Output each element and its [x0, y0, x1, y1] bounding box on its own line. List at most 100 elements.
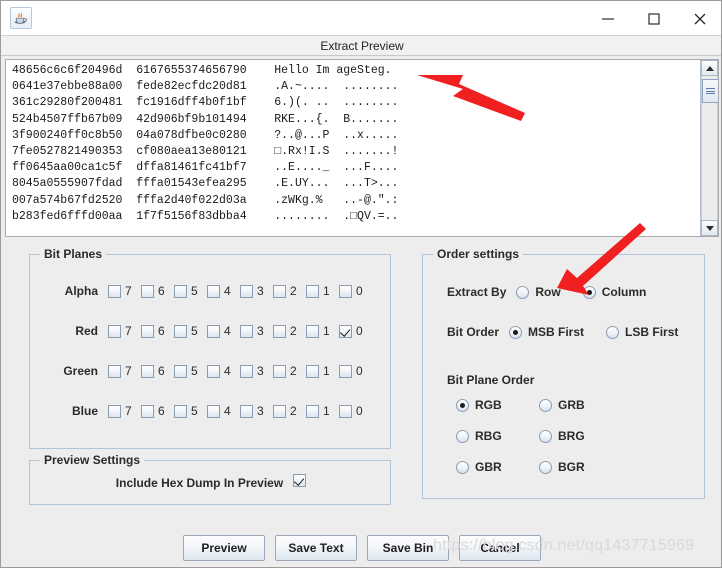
checkbox-alpha-bit-1[interactable]	[306, 284, 319, 298]
checkbox-alpha-bit-3[interactable]	[240, 284, 253, 298]
bit-plane-order-rbg-radio-indicator[interactable]	[456, 429, 469, 443]
bit-plane-cell: 0	[339, 284, 372, 298]
bit-plane-cell: 5	[174, 284, 207, 298]
extract-by-label: Extract By	[447, 285, 507, 299]
bit-plane-bit-label: 4	[224, 404, 231, 418]
extract-by-row-radio-indicator[interactable]	[516, 285, 530, 299]
checkbox-blue-bit-1[interactable]	[306, 404, 319, 418]
extract-by-options: Row Column	[516, 285, 646, 299]
bit-plane-row-blue: Blue 7 6 5 4 3 2 1 0	[30, 401, 392, 421]
checkbox-alpha-bit-4[interactable]	[207, 284, 220, 298]
scrollbar-thumb[interactable]	[702, 79, 718, 103]
include-hex-dump-checkbox[interactable]	[293, 474, 307, 492]
bit-order-row: Bit Order MSB First LSB First	[447, 325, 678, 339]
bit-plane-order-grb-radio-indicator[interactable]	[539, 398, 552, 412]
include-hex-dump-row: Include Hex Dump In Preview	[30, 474, 392, 492]
bit-plane-order-rgb-radio[interactable]: RGB	[456, 398, 539, 412]
hex-dump-line: b283fed6fffd00aa 1f7f5156f83dbba4 ......…	[12, 209, 399, 223]
checkbox-green-bit-2[interactable]	[273, 364, 286, 378]
bit-plane-order-rgb-radio-indicator[interactable]	[456, 398, 469, 412]
checkbox-blue-bit-0[interactable]	[339, 404, 352, 418]
scroll-up-arrow-icon[interactable]	[701, 60, 718, 76]
checkbox-blue-bit-6[interactable]	[141, 404, 154, 418]
extract-by-row-radio-label: Row	[535, 285, 561, 299]
bit-plane-bit-label: 4	[224, 284, 231, 298]
bit-plane-cell: 3	[240, 324, 273, 338]
preview-vertical-scrollbar[interactable]	[700, 60, 718, 236]
bit-order-lsb-first-radio[interactable]: LSB First	[606, 325, 678, 339]
checkbox-green-bit-4[interactable]	[207, 364, 220, 378]
bit-plane-order-rgb-radio-label: RGB	[475, 398, 502, 412]
bit-plane-bit-label: 7	[125, 404, 132, 418]
bit-order-lsb-first-radio-indicator[interactable]	[606, 325, 620, 339]
checkbox-alpha-bit-5[interactable]	[174, 284, 187, 298]
checkbox-red-bit-4[interactable]	[207, 324, 220, 338]
bit-plane-cell: 2	[273, 404, 306, 418]
bit-plane-cell: 1	[306, 284, 339, 298]
checkbox-blue-bit-7[interactable]	[108, 404, 121, 418]
checkbox-blue-bit-3[interactable]	[240, 404, 253, 418]
bit-plane-cell: 7	[108, 284, 141, 298]
checkbox-green-bit-3[interactable]	[240, 364, 253, 378]
preview-button[interactable]: Preview	[183, 535, 265, 561]
checkbox-red-bit-3[interactable]	[240, 324, 253, 338]
bit-order-msb-first-radio[interactable]: MSB First	[509, 325, 584, 339]
checkbox-blue-bit-2[interactable]	[273, 404, 286, 418]
checkbox-alpha-bit-7[interactable]	[108, 284, 121, 298]
maximize-button[interactable]	[631, 1, 677, 36]
bit-plane-bit-label: 0	[356, 284, 363, 298]
checkbox-green-bit-0[interactable]	[339, 364, 352, 378]
bit-plane-order-gbr-radio-indicator[interactable]	[456, 460, 469, 474]
bit-plane-bit-label: 5	[191, 364, 198, 378]
close-button[interactable]	[677, 1, 721, 36]
bit-plane-row-green: Green 7 6 5 4 3 2 1 0	[30, 361, 392, 381]
include-hex-dump-checkbox-indicator[interactable]	[293, 474, 307, 487]
bit-plane-order-brg-radio-indicator[interactable]	[539, 429, 552, 443]
preview-pane: 48656c6c6f20496d 6167655374656790 Hello …	[5, 59, 719, 237]
checkbox-red-bit-2[interactable]	[273, 324, 286, 338]
bit-order-options: MSB First LSB First	[509, 325, 678, 339]
checkbox-green-bit-7[interactable]	[108, 364, 121, 378]
bit-plane-bit-label: 2	[290, 404, 297, 418]
checkbox-alpha-bit-2[interactable]	[273, 284, 286, 298]
scrollbar-track[interactable]	[701, 76, 718, 220]
bit-plane-order-gbr-radio[interactable]: GBR	[456, 460, 539, 474]
bit-order-msb-first-radio-indicator[interactable]	[509, 325, 523, 339]
bit-plane-order-rbg-radio[interactable]: RBG	[456, 429, 539, 443]
checkbox-blue-bit-4[interactable]	[207, 404, 220, 418]
checkbox-alpha-bit-0[interactable]	[339, 284, 352, 298]
checkbox-red-bit-0[interactable]	[339, 324, 352, 338]
save-text-button[interactable]: Save Text	[275, 535, 357, 561]
extract-by-column-radio[interactable]: Column	[582, 285, 646, 299]
bit-plane-order-bgr-radio[interactable]: BGR	[539, 460, 622, 474]
bit-plane-order-bgr-radio-indicator[interactable]	[539, 460, 552, 474]
window-titlebar	[1, 1, 721, 36]
bit-plane-order-grb-radio[interactable]: GRB	[539, 398, 622, 412]
bit-plane-cell: 3	[240, 364, 273, 378]
bit-plane-bit-label: 6	[158, 284, 165, 298]
checkbox-green-bit-1[interactable]	[306, 364, 319, 378]
bit-plane-bit-label: 6	[158, 404, 165, 418]
bit-plane-bit-label: 5	[191, 404, 198, 418]
scroll-down-arrow-icon[interactable]	[701, 220, 718, 236]
bit-plane-order-brg-radio[interactable]: BRG	[539, 429, 622, 443]
checkbox-green-bit-6[interactable]	[141, 364, 154, 378]
minimize-button[interactable]	[585, 1, 631, 36]
checkbox-blue-bit-5[interactable]	[174, 404, 187, 418]
checkbox-red-bit-7[interactable]	[108, 324, 121, 338]
bit-plane-cell: 1	[306, 324, 339, 338]
bit-plane-cell: 3	[240, 284, 273, 298]
window-controls	[585, 1, 721, 36]
hex-dump-line: 7fe0527821490353 cf080aea13e80121 □.Rx!I…	[12, 145, 399, 159]
checkbox-alpha-bit-6[interactable]	[141, 284, 154, 298]
hex-dump-text[interactable]: 48656c6c6f20496d 6167655374656790 Hello …	[6, 60, 700, 236]
checkbox-green-bit-5[interactable]	[174, 364, 187, 378]
extract-by-column-radio-indicator[interactable]	[582, 285, 596, 299]
checkbox-red-bit-5[interactable]	[174, 324, 187, 338]
checkbox-red-bit-6[interactable]	[141, 324, 154, 338]
bit-plane-bit-label: 0	[356, 324, 363, 338]
bit-plane-order-options: RGB GRB RBG BRG GBR BGR	[456, 398, 686, 474]
checkbox-red-bit-1[interactable]	[306, 324, 319, 338]
extract-by-row-radio[interactable]: Row	[516, 285, 561, 299]
bit-plane-cell: 2	[273, 284, 306, 298]
